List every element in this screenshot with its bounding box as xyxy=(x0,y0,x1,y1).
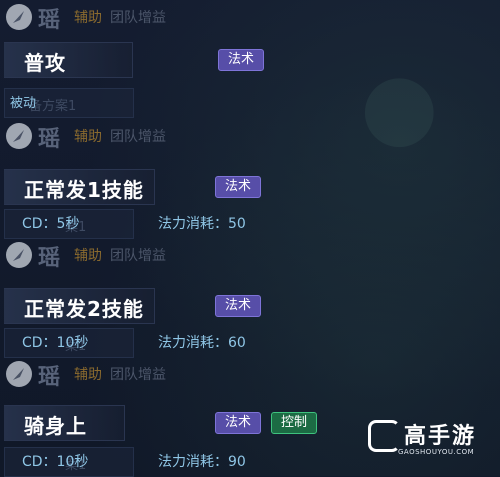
feather-icon xyxy=(6,242,32,268)
skill-panel-skill-2: 瑶 辅助 团队增益 正常发2技能 法术 案1 CD：10秒 法力消耗：60 xyxy=(0,238,500,358)
hero-role: 辅助 xyxy=(74,10,102,26)
skill-stat-row: 备方案1 被动 xyxy=(0,88,500,118)
mana-cost-label: 法力消耗：90 xyxy=(158,454,246,470)
skill-title-row: 普攻 法术 xyxy=(0,42,500,78)
mana-cost-label: 法力消耗：50 xyxy=(158,216,246,232)
skill-panel-basic-attack: 瑶 辅助 团队增益 普攻 法术 备方案1 被动 xyxy=(0,0,500,119)
cooldown-label: CD：10秒 xyxy=(22,335,89,351)
hero-name: 瑶 xyxy=(38,7,61,33)
skill-name: 正常发1技能 xyxy=(24,178,144,202)
hero-header: 瑶 辅助 团队增益 xyxy=(0,119,220,152)
cooldown-label: CD：5秒 xyxy=(22,216,80,232)
hero-role: 辅助 xyxy=(74,248,102,264)
ghost-text: 备方案1 xyxy=(29,99,77,114)
skill-stat-row: 案1 CD：10秒 法力消耗：60 xyxy=(0,328,500,358)
hero-header: 瑶 辅助 团队增益 xyxy=(0,238,220,271)
skill-name: 正常发2技能 xyxy=(24,297,144,321)
tag-control: 控制 xyxy=(271,412,318,434)
hero-trait: 团队增益 xyxy=(110,248,166,264)
tag-magic: 法术 xyxy=(215,412,262,434)
skill-panel-skill-1: 瑶 辅助 团队增益 正常发1技能 法术 案1 CD：5秒 法力消耗：50 xyxy=(0,119,500,239)
cooldown-label: CD：10秒 xyxy=(22,454,89,470)
mana-cost-label: 法力消耗：60 xyxy=(158,335,246,351)
hero-trait: 团队增益 xyxy=(110,367,166,383)
hero-role: 辅助 xyxy=(74,129,102,145)
site-watermark: 高手游 GAOSHOUYOU.COM xyxy=(360,416,484,462)
skill-title-row: 正常发1技能 法术 xyxy=(0,169,500,205)
hero-name: 瑶 xyxy=(38,126,61,152)
g-logo-icon xyxy=(368,420,400,452)
passive-label: 被动 xyxy=(10,96,37,111)
skill-name-box: 正常发1技能 xyxy=(4,169,155,205)
feather-icon xyxy=(6,361,32,387)
skill-name-box: 骑身上 xyxy=(4,405,125,441)
skill-name-box: 普攻 xyxy=(4,42,133,78)
watermark-brand-en: GAOSHOUYOU.COM xyxy=(398,448,475,456)
skill-stat-row: 案1 CD：5秒 法力消耗：50 xyxy=(0,209,500,239)
feather-icon xyxy=(6,123,32,149)
skill-name-box: 正常发2技能 xyxy=(4,288,155,324)
hero-name: 瑶 xyxy=(38,245,61,271)
hero-header: 瑶 辅助 团队增益 xyxy=(0,357,220,390)
skill-name: 普攻 xyxy=(24,51,66,75)
tag-magic: 法术 xyxy=(215,295,262,317)
hero-trait: 团队增益 xyxy=(110,10,166,26)
hero-trait: 团队增益 xyxy=(110,129,166,145)
hero-name: 瑶 xyxy=(38,364,61,390)
skill-title-row: 正常发2技能 法术 xyxy=(0,288,500,324)
feather-icon xyxy=(6,4,32,30)
hero-header: 瑶 辅助 团队增益 xyxy=(0,0,220,33)
tag-magic: 法术 xyxy=(215,176,262,198)
hero-role: 辅助 xyxy=(74,367,102,383)
skill-name: 骑身上 xyxy=(24,414,87,438)
tag-magic: 法术 xyxy=(218,49,265,71)
watermark-brand-cn: 高手游 xyxy=(404,424,477,449)
